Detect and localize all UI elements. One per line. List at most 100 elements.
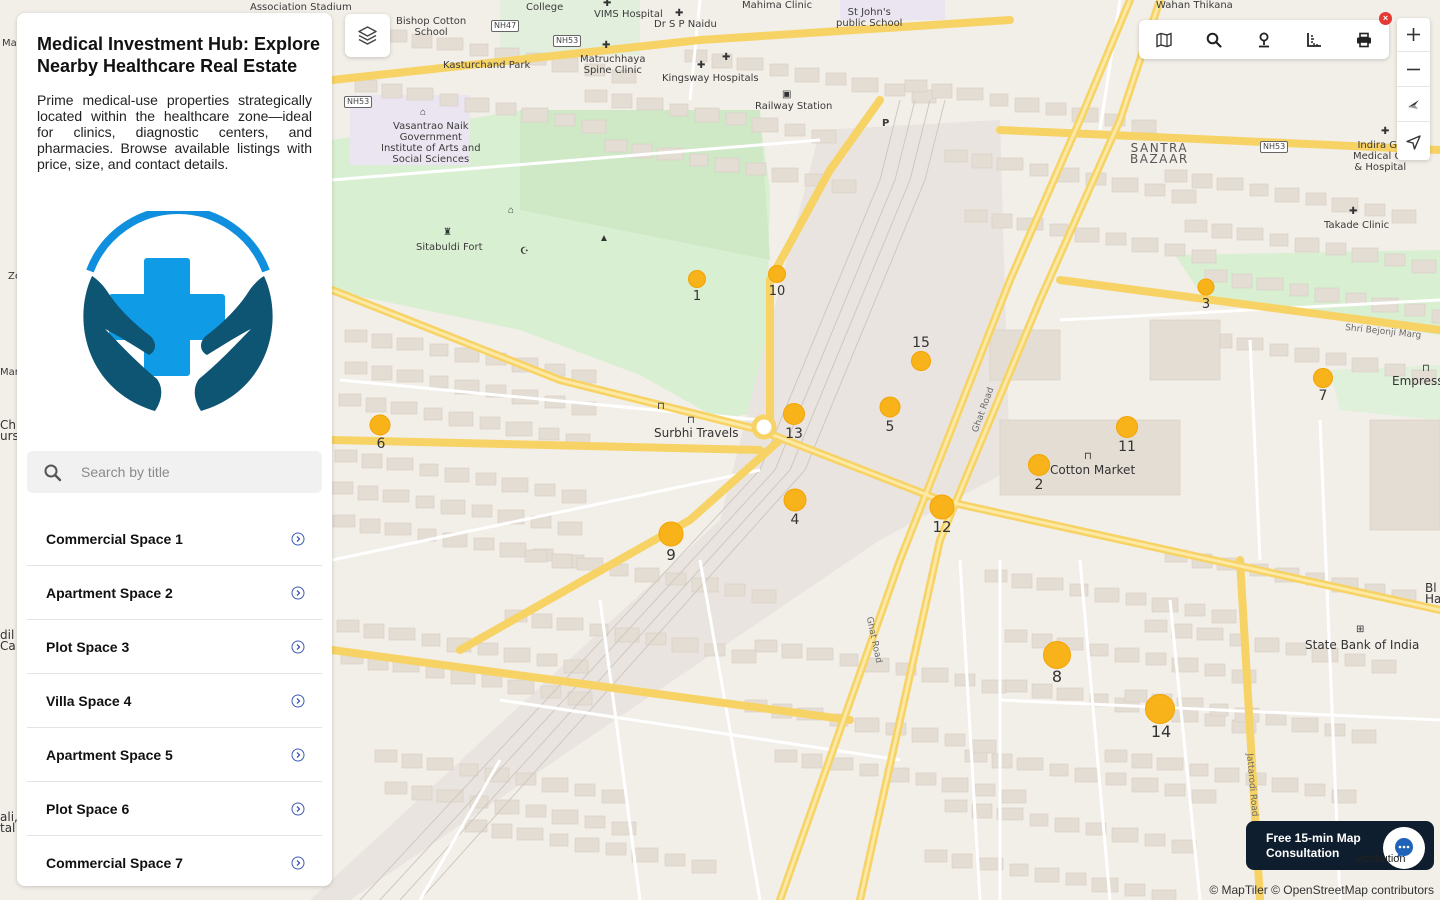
marker-label: 3 [1201, 297, 1211, 312]
shop-icon: ⊓ [1422, 363, 1430, 374]
listing-title: Commercial Space 7 [46, 855, 183, 871]
marker-label: 2 [1034, 477, 1044, 493]
chevron-right-circle-icon[interactable] [291, 748, 305, 762]
minus-icon [1407, 68, 1420, 71]
location-pin-button[interactable] [1239, 20, 1289, 59]
map-attribution[interactable]: © MapTiler © OpenStreetMap contributors [1209, 883, 1434, 897]
marker-label: 10 [768, 284, 786, 299]
place-label: Matruchhaya Spine Clinic [580, 54, 646, 76]
list-item[interactable]: Apartment Space 5 [27, 728, 322, 782]
place-label: Bishop Cotton School [396, 16, 467, 38]
attribution-toggle[interactable]: Attribution [1356, 853, 1406, 865]
shop-icon: ⊓ [687, 415, 695, 426]
place-label: Association Stadium [250, 2, 352, 13]
close-icon[interactable]: × [1379, 12, 1392, 25]
print-icon [1357, 32, 1371, 48]
monument-icon: ▲ [599, 233, 609, 244]
medical-cross-hands-logo-icon [83, 211, 273, 411]
property-marker[interactable] [911, 351, 931, 371]
property-marker[interactable] [1197, 278, 1215, 296]
listing-title: Apartment Space 5 [46, 747, 173, 763]
reset-bearing-button[interactable] [1397, 88, 1430, 122]
plus-icon [1407, 28, 1420, 41]
property-marker[interactable] [1313, 368, 1333, 388]
marker-label: 7 [1318, 388, 1328, 404]
property-marker[interactable] [1028, 454, 1050, 476]
property-marker[interactable] [879, 396, 901, 418]
chevron-right-circle-icon[interactable] [291, 856, 305, 870]
place-label: Bl Ha [1425, 581, 1440, 606]
place-label: College [526, 2, 564, 13]
chevron-right-circle-icon[interactable] [291, 640, 305, 654]
page-title: Medical Investment Hub: Explore Nearby H… [37, 34, 321, 76]
hospital-icon: ✚ [1381, 126, 1390, 137]
place-label: ali, tal [0, 810, 18, 835]
place-label: State Bank of India [1305, 638, 1420, 652]
highway-shield: NH47 [491, 20, 520, 32]
mosque-icon: ☪ [520, 246, 529, 257]
parking-label: P [882, 118, 890, 129]
map-search-button[interactable] [1189, 20, 1239, 59]
hospital-icon: ✚ [722, 52, 731, 63]
layers-button[interactable] [345, 14, 390, 57]
highway-shield: NH53 [553, 35, 582, 47]
shop-icon: ⊓ [657, 401, 665, 412]
chevron-right-circle-icon[interactable] [291, 694, 305, 708]
area-label: SANTRA BAZAAR [1130, 141, 1189, 166]
listing-title: Plot Space 6 [46, 801, 130, 817]
property-marker[interactable] [1043, 641, 1071, 669]
rail-icon: ▣ [782, 89, 792, 100]
listing-title: Plot Space 3 [46, 639, 130, 655]
layers-icon [358, 26, 377, 45]
locate-icon [1406, 135, 1421, 150]
marker-label: 8 [1051, 667, 1063, 686]
listing-title: Villa Space 4 [46, 693, 132, 709]
list-item[interactable]: Apartment Space 2 [27, 566, 322, 620]
place-label: Vasantrao Naik Government Institute of A… [381, 121, 481, 165]
property-marker[interactable] [369, 414, 391, 436]
property-marker[interactable] [768, 265, 786, 283]
hospital-icon: ✚ [1349, 206, 1358, 217]
property-marker[interactable] [783, 488, 807, 512]
property-marker[interactable] [1116, 416, 1138, 438]
marker-label: 11 [1118, 439, 1136, 455]
print-button[interactable] [1339, 20, 1389, 59]
place-label: St John's public School [836, 7, 903, 29]
place-label: Kasturchand Park [443, 60, 531, 71]
place-label: Sitabuldi Fort [416, 242, 483, 253]
measure-button[interactable] [1289, 20, 1339, 59]
search-icon [1206, 32, 1222, 48]
place-label: Kingsway Hospitals [662, 73, 759, 84]
geolocate-button[interactable] [1397, 126, 1430, 160]
zoom-out-button[interactable] [1397, 53, 1430, 87]
list-item[interactable]: Plot Space 3 [27, 620, 322, 674]
monument-icon: ♜ [443, 227, 452, 238]
shrine-icon: ⌂ [508, 205, 515, 216]
chevron-right-circle-icon[interactable] [291, 802, 305, 816]
property-marker[interactable] [658, 521, 684, 547]
consultation-button[interactable]: Free 15-min Map Consultation Attribution [1246, 821, 1434, 870]
property-marker[interactable] [688, 270, 706, 288]
search-box[interactable] [27, 451, 322, 493]
place-label: Wahan Thikana [1156, 0, 1233, 11]
marker-label: 9 [666, 546, 676, 564]
property-marker[interactable] [783, 403, 805, 425]
marker-label: 15 [912, 335, 930, 351]
list-item[interactable]: Commercial Space 7 [27, 836, 322, 886]
map-view-button[interactable] [1139, 20, 1189, 59]
chevron-right-circle-icon[interactable] [291, 532, 305, 546]
zoom-in-button[interactable] [1397, 18, 1430, 52]
marker-label: 1 [692, 289, 702, 304]
property-marker[interactable] [1145, 694, 1175, 724]
place-label: Takade Clinic [1324, 220, 1390, 231]
chevron-right-circle-icon[interactable] [291, 586, 305, 600]
marker-label: 5 [885, 419, 895, 435]
search-input[interactable] [81, 459, 311, 485]
list-item[interactable]: Commercial Space 1 [27, 512, 322, 566]
list-item[interactable]: Villa Space 4 [27, 674, 322, 728]
marker-label: 6 [376, 436, 386, 452]
place-label: Surbhi Travels [654, 426, 739, 440]
marker-label: 13 [785, 426, 803, 442]
property-marker[interactable] [929, 494, 955, 520]
list-item[interactable]: Plot Space 6 [27, 782, 322, 836]
